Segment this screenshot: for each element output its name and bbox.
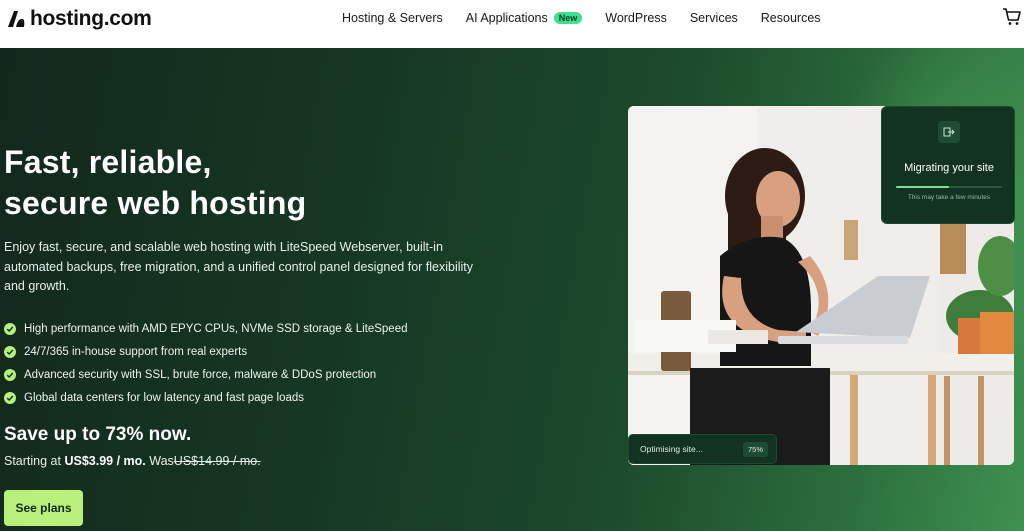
nav-item-label: Resources — [760, 11, 821, 25]
logo-mark-icon — [8, 11, 25, 27]
price-current: US$3.99 / mo. — [64, 454, 146, 468]
logo-text: hosting.com — [30, 7, 152, 30]
price-prefix: Starting at — [4, 454, 61, 468]
nav-item-hosting-servers[interactable]: Hosting & Servers — [342, 11, 443, 25]
headline-line-2: secure web hosting — [4, 185, 307, 221]
migrate-progress-bar — [896, 186, 1002, 188]
feature-list: High performance with AMD EPYC CPUs, NVM… — [4, 317, 408, 409]
migrating-card: Migrating your site This may take a few … — [881, 106, 1015, 224]
price-old: US$14.99 / mo. — [173, 454, 261, 468]
hero-headline: Fast, reliable, secure web hosting — [4, 142, 306, 224]
nav-item-label: WordPress — [605, 11, 667, 25]
save-offer: Save up to 73% now. — [4, 424, 192, 445]
nav-item-resources[interactable]: Resources — [761, 11, 821, 25]
feature-text: Advanced security with SSL, brute force,… — [24, 368, 377, 381]
feature-text: Global data centers for low latency and … — [24, 391, 305, 404]
nav-item-label: Services — [689, 11, 738, 25]
check-icon — [4, 391, 16, 404]
nav-item-label: Hosting & Servers — [342, 11, 443, 25]
feature-item: Global data centers for low latency and … — [4, 386, 408, 409]
migrate-progress-fill — [896, 186, 949, 188]
migrate-subtitle: This may take a few minutes — [907, 194, 991, 201]
feature-item: High performance with AMD EPYC CPUs, NVM… — [4, 317, 408, 340]
nav-item-services[interactable]: Services — [690, 11, 738, 25]
price-was-label: Was — [149, 454, 174, 468]
nav-item-ai-applications[interactable]: AI Applications New — [466, 11, 583, 25]
nav-item-label: AI Applications — [465, 11, 548, 25]
feature-text: High performance with AMD EPYC CPUs, NVM… — [24, 322, 408, 335]
optimising-label: Optimising site... — [640, 444, 703, 454]
migrate-title: Migrating your site — [904, 162, 994, 174]
migrate-icon — [938, 121, 960, 143]
feature-item: 24/7/365 in-house support from real expe… — [4, 340, 408, 363]
cart-icon[interactable] — [1002, 8, 1022, 26]
feature-text: 24/7/365 in-house support from real expe… — [24, 345, 248, 358]
optimising-percent: 75% — [742, 442, 768, 457]
check-icon — [4, 368, 16, 381]
site-header: hosting.com Hosting & Servers AI Applica… — [0, 0, 1024, 48]
hero-description: Enjoy fast, secure, and scalable web hos… — [4, 240, 474, 293]
main-nav: Hosting & Servers AI Applications New Wo… — [342, 11, 844, 25]
new-badge: New — [553, 12, 583, 24]
headline-line-1: Fast, reliable, — [4, 144, 212, 180]
nav-item-wordpress[interactable]: WordPress — [605, 11, 667, 25]
check-icon — [4, 345, 16, 358]
price-line: Starting at US$3.99 / mo. WasUS$14.99 / … — [4, 454, 261, 468]
check-icon — [4, 322, 16, 335]
feature-item: Advanced security with SSL, brute force,… — [4, 363, 408, 386]
see-plans-button[interactable]: See plans — [4, 490, 83, 526]
optimising-card: Optimising site... 75% — [628, 434, 777, 464]
logo[interactable]: hosting.com — [6, 7, 152, 30]
